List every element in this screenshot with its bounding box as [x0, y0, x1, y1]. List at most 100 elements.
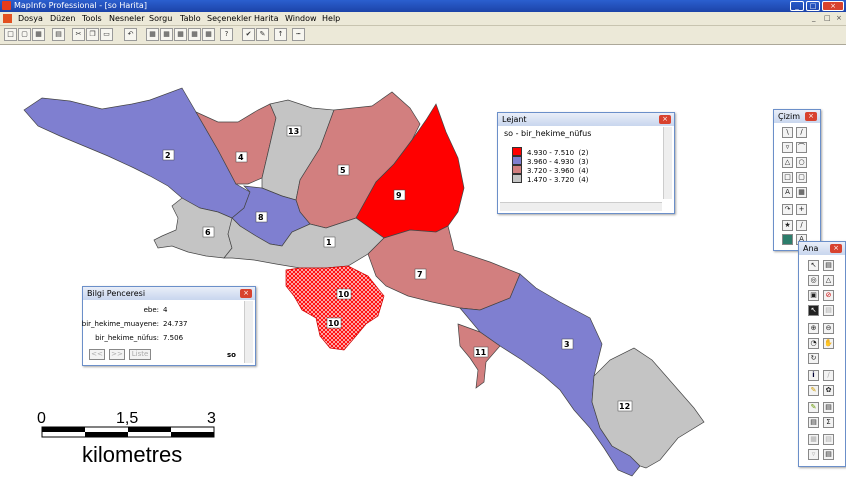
layer-control-icon[interactable]: ▤ [823, 402, 834, 413]
legend-close-button[interactable]: × [659, 115, 671, 124]
new-redistrict-icon[interactable]: ▦ [202, 28, 215, 41]
cut-icon[interactable]: ✂ [72, 28, 85, 41]
invert-select-icon[interactable]: ▤ [823, 305, 834, 316]
frame-tool-icon[interactable]: ▦ [796, 187, 807, 198]
mdi-close-button[interactable]: × [836, 14, 842, 22]
legend-window[interactable]: Lejant × so - bir_hekime_nüfus 4.930 - 7… [497, 112, 675, 214]
mapinfo-app-icon[interactable] [2, 1, 11, 10]
menu-sorgu[interactable]: Sorgu [149, 12, 172, 25]
ruler-icon[interactable]: ✎ [808, 402, 819, 413]
ellipse-tool-icon[interactable]: ○ [796, 157, 807, 168]
new-map-icon[interactable]: ▦ [160, 28, 173, 41]
mdi-restore-button[interactable]: □ [824, 14, 831, 22]
legend-tool-icon[interactable]: ▤ [808, 417, 819, 428]
symbol-style-icon[interactable]: ★ [782, 220, 793, 231]
select-tool-icon[interactable]: ↖ [808, 260, 819, 271]
boundary-select-icon[interactable]: ▣ [808, 290, 819, 301]
hotlink-tool-icon[interactable]: ∕ [823, 370, 834, 381]
drag-map-icon[interactable]: ✿ [823, 385, 834, 396]
polygon2-tool-icon[interactable]: △ [782, 157, 793, 168]
menu-help[interactable]: Help [322, 12, 340, 25]
new-layout-icon[interactable]: ▦ [188, 28, 201, 41]
arc-tool-icon[interactable]: ⌒ [796, 142, 807, 153]
info-close-button[interactable]: × [240, 289, 252, 298]
find-icon[interactable]: ▤ [823, 449, 834, 460]
info-next-button[interactable]: >> [109, 349, 125, 360]
copy-icon[interactable]: ❐ [86, 28, 99, 41]
line-tool-icon[interactable]: \ [782, 127, 793, 138]
menu-harita[interactable]: Harita [254, 12, 278, 25]
cizim-close-button[interactable]: × [805, 112, 817, 121]
mdi-minimize-button[interactable]: _ [812, 14, 816, 22]
reshape-icon[interactable]: ↻ [808, 353, 819, 364]
document-icon[interactable] [3, 14, 12, 23]
open-icon[interactable]: ▢ [18, 28, 31, 41]
menu-nesneler[interactable]: Nesneler [109, 12, 145, 25]
drawing-icon[interactable]: ✎ [256, 28, 269, 41]
radius-select-icon[interactable]: ◎ [808, 275, 819, 286]
new-icon[interactable]: □ [4, 28, 17, 41]
region-10[interactable] [285, 265, 385, 351]
ana-palette[interactable]: Ana × ↖ ▤ ◎ △ ▣ ⊘ ↖ ▤ ⊕ ⊖ ◔ ✋ ↻ i ∕ ✎ ✿ … [798, 241, 846, 467]
polyline-tool-icon[interactable]: ∕ [796, 127, 807, 138]
label-tool-icon[interactable]: ✎ [808, 385, 819, 396]
menu-window[interactable]: Window [285, 12, 317, 25]
zoom-in-icon[interactable]: ⊕ [808, 323, 819, 334]
split-icon[interactable]: ▿ [808, 449, 819, 460]
clip-region-icon[interactable]: ▦ [808, 434, 819, 445]
legend-hscrollbar[interactable] [500, 202, 662, 211]
menu-duzen[interactable]: Düzen [50, 12, 75, 25]
graph-select-icon[interactable]: ↖ [808, 305, 819, 316]
hotlink-icon[interactable]: ✔ [242, 28, 255, 41]
print-icon[interactable]: ▤ [52, 28, 65, 41]
add-node-tool-icon[interactable]: + [796, 204, 807, 215]
rectangle-tool-icon[interactable]: □ [782, 172, 793, 183]
info-list-button[interactable]: Liste [129, 349, 151, 360]
help-icon[interactable]: ? [220, 28, 233, 41]
paste-icon[interactable]: ▭ [100, 28, 113, 41]
set-target-icon[interactable]: ▤ [823, 434, 834, 445]
polygon-select-icon[interactable]: △ [823, 275, 834, 286]
text-tool-icon[interactable]: A [782, 187, 793, 198]
statistics-icon[interactable]: Σ [823, 417, 834, 428]
menu-secenekler[interactable]: Seçenekler [207, 12, 251, 25]
legend-caption[interactable]: Lejant × [498, 113, 674, 126]
change-view-icon[interactable]: ◔ [808, 338, 819, 349]
region-label-10b: 10 [328, 319, 340, 328]
line-style-icon[interactable]: ∕ [796, 220, 807, 231]
info-prev-button[interactable]: << [89, 349, 105, 360]
cizim-caption[interactable]: Çizim × [774, 110, 820, 123]
reshape-tool-icon[interactable]: ↷ [782, 204, 793, 215]
rounded-rect-tool-icon[interactable]: ▢ [796, 172, 807, 183]
info-window[interactable]: Bilgi Penceresi × ebe: 4 bir_hekime_muay… [82, 286, 256, 366]
region-2[interactable] [23, 87, 251, 219]
info-caption[interactable]: Bilgi Penceresi × [83, 287, 255, 300]
menu-tools[interactable]: Tools [82, 12, 102, 25]
info-vscrollbar[interactable] [244, 301, 253, 363]
marquee-select-icon[interactable]: ▤ [823, 260, 834, 271]
cizim-palette[interactable]: Çizim × \ ∕ ▿ ⌒ △ ○ □ ▢ A ▦ ↷ + ★ ∕ A [773, 109, 821, 251]
undo-icon[interactable]: ↶ [124, 28, 137, 41]
zoom-out-icon[interactable]: ⊖ [823, 323, 834, 334]
maximize-button[interactable]: □ [806, 1, 820, 11]
menu-dosya[interactable]: Dosya [18, 12, 43, 25]
new-browser-icon[interactable]: ▦ [146, 28, 159, 41]
region-7[interactable] [367, 225, 521, 311]
unselect-all-icon[interactable]: ⊘ [823, 290, 834, 301]
map-window[interactable]: 1 2 3 4 5 6 7 8 9 10 10 11 12 13 0 1,5 3… [0, 45, 846, 487]
legend-vscrollbar[interactable] [663, 127, 672, 199]
region-style-icon[interactable] [782, 234, 793, 245]
choropleth-map[interactable]: 1 2 3 4 5 6 7 8 9 10 10 11 12 13 0 1,5 3… [0, 45, 846, 487]
minimize-button[interactable]: _ [790, 1, 804, 11]
ana-caption[interactable]: Ana × [799, 242, 845, 255]
save-icon[interactable]: ▦ [32, 28, 45, 41]
info-tool-icon[interactable]: i [808, 370, 819, 381]
menu-tablo[interactable]: Tablo [180, 12, 201, 25]
new-graph-icon[interactable]: ▦ [174, 28, 187, 41]
scale-bar-icon[interactable]: ┅ [292, 28, 305, 41]
north-arrow-icon[interactable]: ↑ [274, 28, 287, 41]
ana-close-button[interactable]: × [830, 244, 842, 253]
polygon-tool-icon[interactable]: ▿ [782, 142, 793, 153]
grabber-icon[interactable]: ✋ [823, 338, 834, 349]
close-button[interactable]: × [822, 1, 844, 11]
